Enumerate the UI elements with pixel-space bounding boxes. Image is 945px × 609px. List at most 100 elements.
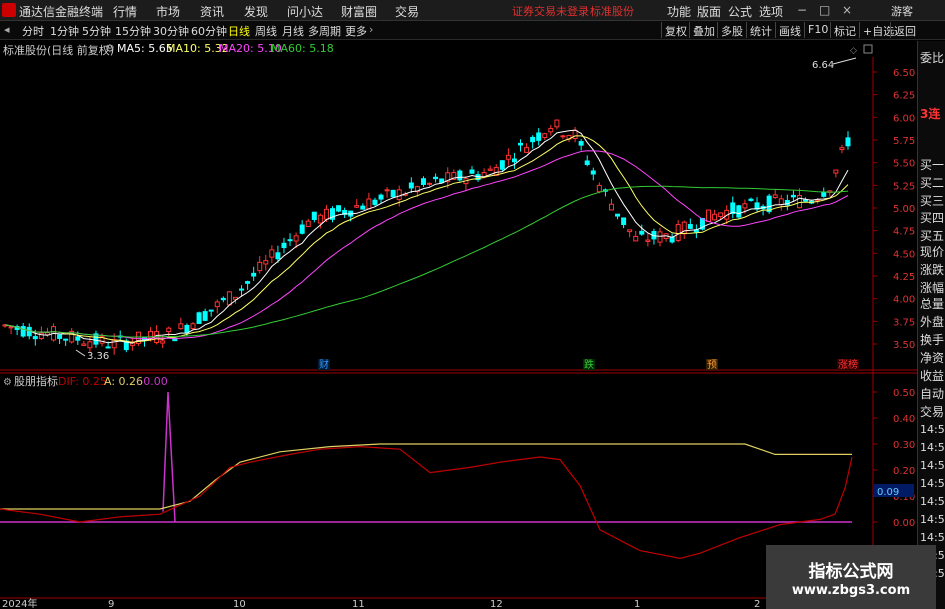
- ma60-line: [4, 185, 849, 338]
- menu-function[interactable]: 功能: [667, 3, 691, 20]
- adjust-button[interactable]: 复权: [661, 22, 690, 38]
- mark-button[interactable]: 标记: [830, 22, 859, 38]
- price-tick-label: 5.50: [893, 159, 915, 170]
- menu-trade[interactable]: 交易: [395, 3, 419, 20]
- menu-formula[interactable]: 公式: [728, 3, 752, 20]
- candle-body: [317, 214, 323, 224]
- guest-label[interactable]: 游客: [891, 3, 913, 19]
- candle-body: [657, 231, 663, 243]
- menu-ask[interactable]: 问小达: [287, 3, 323, 20]
- candle-body: [220, 297, 226, 301]
- candle-body: [572, 129, 578, 140]
- candle-body: [590, 170, 596, 175]
- side-panel-item[interactable]: 自动: [920, 385, 944, 402]
- indicator-dif-value: DIF: 0.25: [58, 375, 107, 388]
- candle-body: [275, 252, 281, 260]
- candle-body: [621, 217, 627, 226]
- indicator-tick-label: 0.00: [893, 518, 915, 529]
- price-tick-label: 5.75: [893, 136, 915, 147]
- candle-body: [226, 291, 232, 306]
- candle-body: [105, 346, 111, 349]
- f10-button[interactable]: F10: [804, 22, 831, 38]
- candle-body: [560, 135, 566, 138]
- candle-body: [712, 213, 718, 221]
- side-panel-item: 净资: [920, 351, 945, 365]
- candles-group: [2, 119, 851, 355]
- side-panel-item: 14:55: [920, 495, 945, 508]
- date-label-jan: 1: [634, 599, 640, 609]
- period-5min[interactable]: 5分钟: [82, 23, 111, 39]
- period-60min[interactable]: 60分钟: [191, 23, 227, 39]
- candle-body: [518, 142, 524, 146]
- toolbar-menu-icon[interactable]: ◂: [4, 23, 10, 36]
- menu-layout[interactable]: 版面: [697, 3, 721, 20]
- candle-body: [75, 336, 81, 341]
- candle-body: [833, 169, 839, 174]
- period-daily[interactable]: 日线: [228, 23, 250, 39]
- candle-body: [536, 132, 542, 141]
- period-monthly[interactable]: 月线: [282, 23, 304, 39]
- side-panel-item: 总量: [920, 297, 945, 311]
- candle-body: [263, 260, 269, 265]
- period-15min[interactable]: 15分钟: [115, 23, 151, 39]
- maximize-icon[interactable]: □: [819, 3, 830, 17]
- period-intraday[interactable]: 分时: [22, 23, 44, 39]
- period-1min[interactable]: 1分钟: [50, 23, 79, 39]
- diamond-icon[interactable]: ◇: [850, 46, 857, 56]
- candle-body: [360, 205, 366, 210]
- period-toolbar: ◂ 分时 1分钟 5分钟 15分钟 30分钟 60分钟 日线 周线 月线 多周期…: [0, 21, 945, 40]
- candle-body: [257, 261, 263, 272]
- more-chevron-icon[interactable]: ›: [369, 23, 373, 36]
- low-pointer: [75, 349, 86, 357]
- date-label-nov: 11: [352, 599, 365, 609]
- candle-body: [32, 336, 38, 340]
- indicator-tick-label: 0.40: [893, 414, 915, 425]
- period-30min[interactable]: 30分钟: [153, 23, 189, 39]
- candle-body: [687, 224, 693, 229]
- side-panel-item[interactable]: 交易: [920, 403, 944, 420]
- side-panel-item: 14:55: [920, 423, 945, 436]
- event-label-drop: 跌: [584, 358, 594, 371]
- side-panel-item: 3连: [920, 107, 941, 121]
- candle-body: [499, 160, 505, 170]
- panel-toggle-icon[interactable]: [863, 44, 873, 54]
- indicator-settings-icon[interactable]: ⚙: [3, 377, 12, 388]
- candle-body: [578, 141, 584, 146]
- multi-stock-button[interactable]: 多股: [717, 22, 746, 38]
- candle-body: [511, 158, 517, 163]
- minimize-icon[interactable]: −: [797, 3, 807, 17]
- candle-body: [281, 242, 287, 249]
- candle-body: [160, 340, 166, 344]
- indicator-zero-value: : 0.00: [136, 375, 168, 388]
- period-weekly[interactable]: 周线: [255, 23, 277, 39]
- login-warning[interactable]: 证券交易未登录: [512, 3, 589, 19]
- menu-wealth[interactable]: 财富圈: [341, 3, 377, 20]
- date-axis: 2024年 9 10 11 12 1 2: [2, 597, 760, 609]
- close-icon[interactable]: ×: [842, 3, 852, 17]
- overlay-button[interactable]: 叠加: [689, 22, 718, 38]
- candle-body: [596, 184, 602, 193]
- menu-quotes[interactable]: 行情: [113, 3, 137, 20]
- quote-side-panel: 委比 3连买一买二买三买四买五现价涨跌涨幅总量外盘换手净资收益自动交易 14:55 1…: [917, 41, 945, 609]
- candle-body: [354, 205, 360, 208]
- period-more[interactable]: 更多: [345, 23, 367, 39]
- menu-market[interactable]: 市场: [156, 3, 180, 20]
- candle-body: [390, 189, 396, 198]
- candle-body: [299, 224, 305, 234]
- menu-options[interactable]: 选项: [759, 3, 783, 20]
- kline-chart[interactable]: 6.50 6.25 6.00 5.75 5.50 5.25 5.00 4.75 4.50 4.25…: [0, 41, 917, 609]
- candle-body: [796, 195, 802, 209]
- price-tick-label: 3.50: [893, 340, 915, 351]
- candle-body: [305, 220, 311, 227]
- back-button[interactable]: 返回: [890, 22, 919, 38]
- candle-body: [166, 327, 172, 333]
- candle-body: [214, 301, 220, 308]
- candle-body: [542, 133, 548, 139]
- stats-button[interactable]: 统计: [746, 22, 775, 38]
- menu-discover[interactable]: 发现: [244, 3, 268, 20]
- menu-news[interactable]: 资讯: [200, 3, 224, 20]
- draw-button[interactable]: 画线: [775, 22, 804, 38]
- watermark-title: 指标公式网: [808, 562, 894, 582]
- candle-body: [408, 182, 414, 189]
- period-multi[interactable]: 多周期: [308, 23, 341, 39]
